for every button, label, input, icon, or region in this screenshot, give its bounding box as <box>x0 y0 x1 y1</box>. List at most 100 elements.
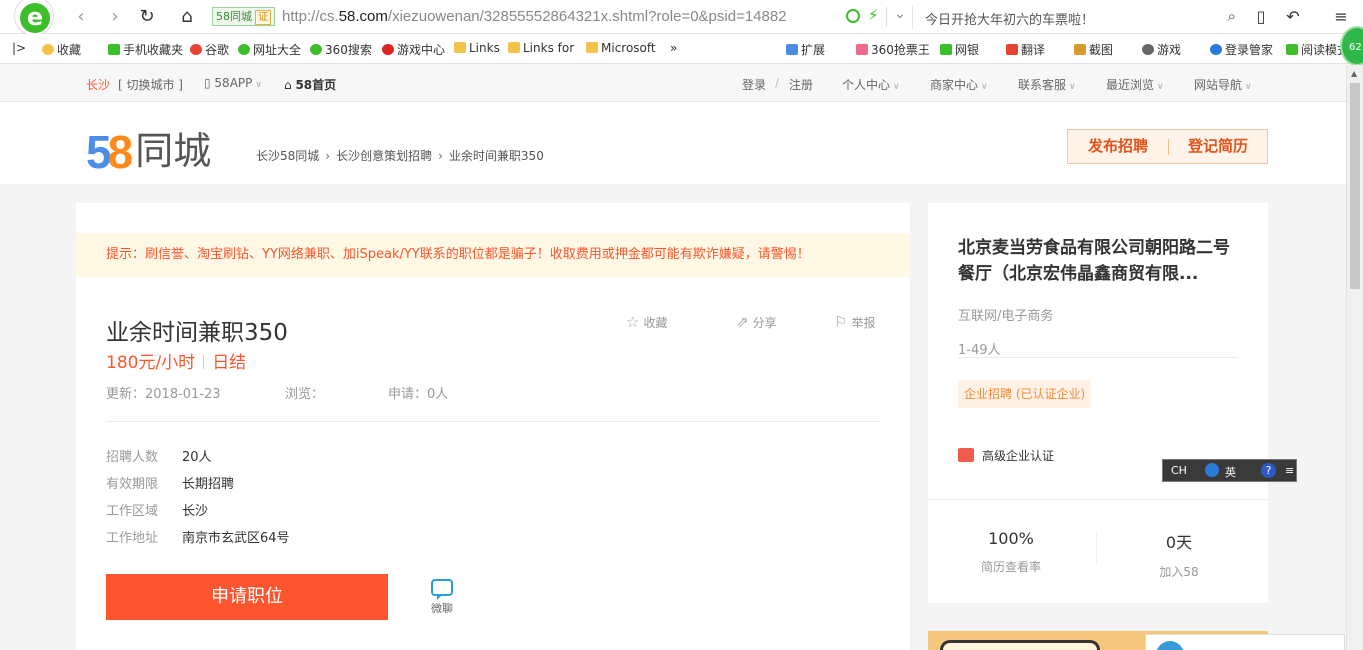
apply-count: 申请：0人 <box>388 387 449 402</box>
recent-browse-menu[interactable]: 最近浏览 ∨ <box>1106 76 1164 93</box>
scroll-up-icon[interactable]: ▲ <box>1351 69 1357 78</box>
site-nav-menu[interactable]: 网站导航 ∨ <box>1194 76 1252 93</box>
bookmark-more[interactable]: » <box>670 41 677 55</box>
security-icon[interactable] <box>846 9 860 23</box>
stat-days-on-58: 0天 加入58 <box>1159 533 1199 579</box>
ext-bank[interactable]: 网银 <box>940 41 979 58</box>
menu-icon[interactable]: ≡ <box>1330 6 1352 28</box>
info-validity: 有效期限 长期招聘 <box>106 477 235 492</box>
bookmark-links-for[interactable]: Links for <box>508 41 574 55</box>
switch-city-link[interactable]: [ 切换城市 ] <box>118 76 183 93</box>
report-button[interactable]: ⚐ 举报 <box>834 313 875 331</box>
bookmark-360search[interactable]: 360搜索 <box>310 41 372 58</box>
star-icon: ☆ <box>626 313 640 331</box>
post-resume-button[interactable]: 登记简历 <box>1168 130 1268 163</box>
ime-menu-icon[interactable]: ≡ <box>1285 464 1294 477</box>
ime-ch[interactable]: CH <box>1171 464 1187 477</box>
breadcrumb: 长沙58同城 › 长沙创意策划招聘 › 业余时间兼职350 <box>256 149 544 163</box>
alarm-icon: ⚐ <box>834 313 848 331</box>
contact-service-menu[interactable]: 联系客服 ∨ <box>1018 76 1076 93</box>
ext-login-manager[interactable]: 登录管家 <box>1210 41 1273 58</box>
bookmark-nav[interactable]: 网址大全 <box>238 41 301 58</box>
divider <box>106 421 880 422</box>
stat-divider <box>1096 533 1097 563</box>
job-salary: 180元/小时 日结 <box>106 353 247 373</box>
search-input[interactable]: 今日开抢大年初六的车票啦！ ⌕ <box>912 5 1242 29</box>
site-topbar: 长沙 [ 切换城市 ] ▯ 58APP ∨ ⌂ 58首页 登录 / 注册 个人中心… <box>0 65 1346 102</box>
site-badge[interactable]: 58同城证 <box>212 7 275 26</box>
home-link[interactable]: ⌂ 58首页 <box>284 76 336 93</box>
ext-games[interactable]: 游戏 <box>1142 41 1181 58</box>
company-industry: 互联网/电子商务 <box>958 309 1054 324</box>
merchant-center-menu[interactable]: 商家中心 ∨ <box>930 76 988 93</box>
ext-translate[interactable]: 翻译 <box>1006 41 1045 58</box>
bookmark-google[interactable]: 谷歌 <box>190 41 229 58</box>
personal-center-menu[interactable]: 个人中心 ∨ <box>842 76 900 93</box>
home-icon[interactable]: ⌂ <box>176 6 198 28</box>
bookmark-games[interactable]: 游戏中心 <box>382 41 445 58</box>
job-title: 业余时间兼职350 <box>106 320 288 346</box>
collect-button[interactable]: ☆ 收藏 <box>626 313 667 331</box>
breadcrumb-city[interactable]: 长沙58同城 <box>256 149 319 163</box>
pay-type: 日结 <box>212 353 247 373</box>
floating-popup[interactable] <box>1145 634 1345 650</box>
ime-logo-icon[interactable] <box>1205 463 1219 477</box>
job-detail-card: 提示：刷信誉、淘宝刷钻、YY网络兼职、加iSpeak/YY联系的职位都是骗子！收… <box>76 203 910 650</box>
ime-toolbar[interactable]: CH 英 ? ≡ <box>1162 459 1297 482</box>
view-count: 浏览： <box>285 387 325 402</box>
company-size: 1-49人 <box>958 343 1001 358</box>
login-separator: / <box>775 76 780 90</box>
browser-toolbar: e ‹ › ↻ ⌂ 58同城证 http://cs.58.com/xiezuow… <box>0 0 1363 36</box>
ext-screenshot[interactable]: 截图 <box>1074 41 1113 58</box>
ad-graphic <box>940 640 1100 650</box>
back-icon[interactable]: ‹ <box>70 6 92 28</box>
info-area: 工作区域 长沙 <box>106 504 209 519</box>
header-actions: 发布招聘 登记简历 <box>1067 129 1268 164</box>
bookmarks-bar: |> 收藏 手机收藏夹 谷歌 网址大全 360搜索 游戏中心 Links Lin… <box>0 34 1363 64</box>
site-header: 58同城 长沙58同城 › 长沙创意策划招聘 › 业余时间兼职350 发布招聘 登记简历 <box>0 102 1346 184</box>
bookmark-favorites[interactable]: 收藏 <box>42 41 81 58</box>
forward-icon[interactable]: › <box>104 6 126 28</box>
app-link[interactable]: ▯ 58APP ∨ <box>204 76 262 90</box>
apply-button[interactable]: 申请职位 <box>106 574 388 620</box>
current-city[interactable]: 长沙 <box>86 76 110 93</box>
url-text[interactable]: http://cs.58.com/xiezuowenan/32855552864… <box>282 8 842 25</box>
browser-logo-icon[interactable]: e <box>14 0 54 36</box>
scrollbar[interactable]: ▲ <box>1346 65 1363 650</box>
bookmark-links[interactable]: Links <box>454 41 500 55</box>
stat-resume-view-rate: 100% 简历查看率 <box>980 529 1041 574</box>
ime-lang[interactable]: 英 <box>1225 464 1236 480</box>
update-date: 更新：2018-01-23 <box>106 387 221 402</box>
search-icon[interactable]: ⌕ <box>1228 7 1236 25</box>
breadcrumb-category[interactable]: 长沙创意策划招聘 <box>336 149 432 163</box>
popup-avatar-icon <box>1156 641 1184 650</box>
undo-icon[interactable]: ↶ <box>1282 6 1304 28</box>
register-link[interactable]: 注册 <box>789 76 813 93</box>
post-job-button[interactable]: 发布招聘 <box>1068 130 1168 163</box>
sidebar-toggle-icon[interactable]: |> <box>12 41 26 55</box>
ime-help[interactable]: ? <box>1261 463 1276 478</box>
refresh-icon[interactable]: ↻ <box>136 6 158 28</box>
bookmark-microsoft[interactable]: Microsoft <box>586 41 656 55</box>
speed-mode-icon[interactable]: ⚡ <box>868 6 879 24</box>
bookmark-mobile[interactable]: 手机收藏夹 <box>108 41 183 58</box>
wechat-button[interactable]: 微聊 <box>428 579 456 616</box>
site-logo[interactable]: 58同城 <box>86 120 211 178</box>
divider <box>958 357 1238 358</box>
share-icon: ⇗ <box>736 313 749 331</box>
login-link[interactable]: 登录 <box>742 76 766 93</box>
info-headcount: 招聘人数 20人 <box>106 450 212 465</box>
url-dropdown-icon[interactable]: ⌄ <box>894 6 906 22</box>
extensions-button[interactable]: 扩展 <box>786 41 825 58</box>
ext-reading-mode[interactable]: 阅读模式 <box>1286 41 1346 58</box>
breadcrumb-current: 业余时间兼职350 <box>448 149 544 163</box>
scrollbar-thumb[interactable] <box>1350 83 1360 289</box>
ext-360-tickets[interactable]: 360抢票王 <box>856 41 930 58</box>
url-divider <box>886 7 887 27</box>
info-address: 工作地址 南京市玄武区64号 <box>106 531 290 546</box>
house-icon: ⌂ <box>284 78 296 92</box>
phone-icon[interactable]: ▯ <box>1250 6 1272 28</box>
url-bar[interactable]: 58同城证 http://cs.58.com/xiezuowenan/32855… <box>208 5 908 29</box>
company-name[interactable]: 北京麦当劳食品有限公司朝阳路二号餐厅（北京宏伟晶鑫商贸有限... <box>958 235 1238 287</box>
share-button[interactable]: ⇗ 分享 <box>736 313 777 331</box>
